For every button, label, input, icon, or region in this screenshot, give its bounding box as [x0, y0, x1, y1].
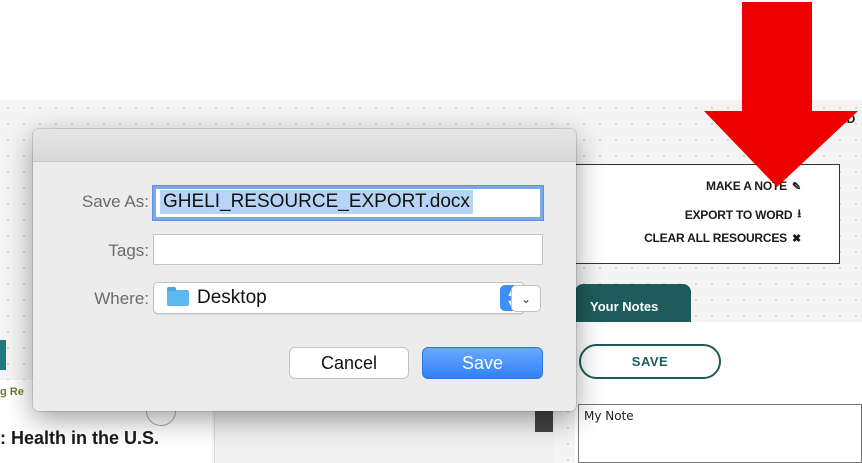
dialog-titlebar[interactable] — [33, 129, 576, 162]
clear-all-resources-label: CLEAR ALL RESOURCES — [644, 231, 787, 245]
scrollbar-thumb[interactable] — [535, 410, 553, 432]
save-dialog: Save As: GHELI_RESOURCE_EXPORT.docx Tags… — [33, 129, 576, 411]
export-to-word-label: EXPORT TO WORD — [684, 207, 793, 222]
close-icon: ✖ — [791, 232, 801, 245]
red-arrow-down — [704, 2, 858, 187]
expand-dialog-button[interactable]: ⌄ — [511, 285, 541, 312]
where-popup[interactable]: Desktop ▲▼ — [153, 282, 525, 314]
clear-all-resources-button[interactable]: CLEAR ALL RESOURCES ✖ — [644, 231, 801, 245]
save-as-label: Save As: — [81, 192, 149, 211]
cancel-button[interactable]: Cancel — [289, 347, 409, 379]
note-textarea[interactable]: My Note — [578, 404, 862, 463]
tags-label: Tags: — [108, 241, 149, 260]
left-accent-bar — [0, 340, 6, 370]
chevron-down-icon: ⌄ — [520, 291, 532, 306]
save-as-value: GHELI_RESOURCE_EXPORT.docx — [160, 190, 473, 214]
where-value: Desktop — [197, 287, 267, 308]
export-to-word-button[interactable]: EXPORT TO WORD ⭳ — [685, 205, 801, 224]
resource-title[interactable]: : Health in the U.S. — [0, 428, 159, 449]
download-icon: ⭳ — [797, 208, 801, 220]
resource-category-label: g Re — [0, 386, 24, 398]
middle-card — [214, 408, 554, 463]
save-notes-button[interactable]: SAVE — [579, 344, 721, 379]
tab-your-notes[interactable]: Your Notes — [575, 284, 691, 322]
where-label: Where: — [94, 289, 149, 308]
folder-icon — [167, 287, 189, 306]
save-button[interactable]: Save — [422, 347, 543, 379]
save-as-field[interactable]: GHELI_RESOURCE_EXPORT.docx — [153, 186, 543, 220]
tags-field[interactable] — [153, 234, 543, 265]
